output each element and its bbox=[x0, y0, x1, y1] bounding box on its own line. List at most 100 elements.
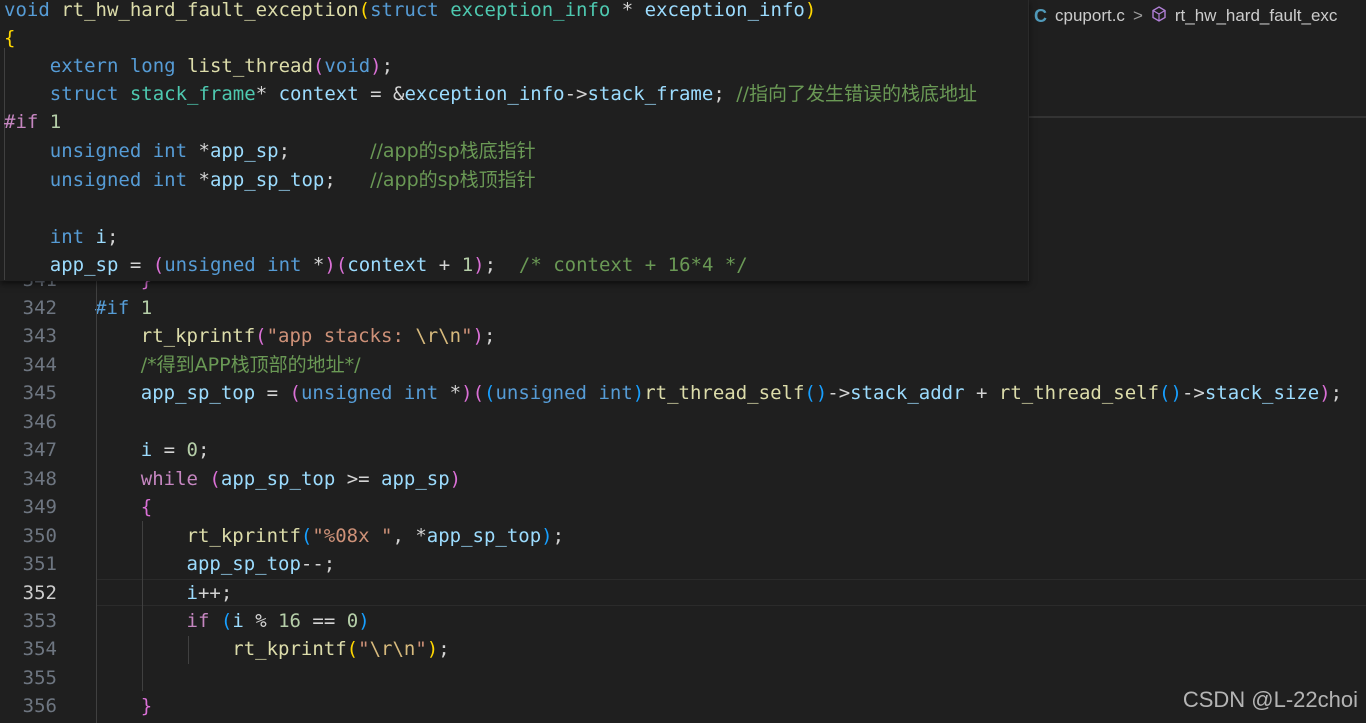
code-token: ; bbox=[438, 638, 450, 661]
code-line[interactable]: /*得到APP栈顶部的地址*/ bbox=[95, 351, 361, 379]
line-number: 347 bbox=[22, 439, 57, 462]
code-token: = & bbox=[358, 83, 405, 105]
code-token: = bbox=[255, 382, 290, 405]
code-token: { bbox=[4, 27, 16, 49]
code-token: context bbox=[347, 254, 428, 276]
code-token: 1 bbox=[140, 297, 153, 319]
sticky-line[interactable]: app_sp = (unsigned int *)(context + 1); … bbox=[4, 251, 748, 279]
code-token: int bbox=[49, 226, 85, 248]
code-token: unsigned bbox=[164, 254, 256, 276]
code-line[interactable]: } bbox=[95, 692, 152, 720]
code-token: " bbox=[358, 638, 370, 661]
code-token: void bbox=[4, 0, 50, 21]
code-editor[interactable]: 341 } 342#if 1343 rt_kprintf("app stacks… bbox=[0, 281, 1366, 723]
sticky-line[interactable]: extern long list_thread(void); bbox=[4, 52, 393, 80]
code-token: unsigned bbox=[300, 382, 393, 405]
code-token: ) bbox=[370, 55, 382, 77]
code-token: ( bbox=[484, 382, 496, 405]
code-token: /*得到APP栈顶部的地址*/ bbox=[140, 353, 361, 376]
code-token: void bbox=[324, 55, 371, 77]
code-token: ; bbox=[198, 439, 210, 462]
code-token: ++; bbox=[197, 581, 233, 604]
code-token: app_sp_top bbox=[186, 553, 301, 576]
code-token: rt_kprintf bbox=[186, 524, 301, 547]
editor-background bbox=[1028, 32, 1366, 118]
code-token: while bbox=[140, 467, 198, 490]
line-number: 349 bbox=[22, 496, 57, 519]
code-token: #if bbox=[95, 297, 130, 319]
breadcrumb-file[interactable]: cpuport.c bbox=[1055, 6, 1125, 26]
sticky-line[interactable]: unsigned int *app_sp_top; //app的sp栈顶指针 bbox=[4, 166, 536, 194]
code-line[interactable]: app_sp_top = (unsigned int *)((unsigned … bbox=[95, 379, 1342, 407]
indent-guide bbox=[188, 636, 189, 664]
code-token: rt_kprintf bbox=[140, 325, 256, 348]
sticky-line[interactable]: struct stack_frame* context = &exception… bbox=[4, 80, 977, 108]
line-number: 350 bbox=[22, 524, 57, 547]
sticky-line[interactable]: #if 1 bbox=[4, 108, 61, 136]
sticky-line[interactable]: { bbox=[4, 24, 15, 52]
code-token: rt_thread_self bbox=[998, 382, 1160, 405]
code-line[interactable]: { bbox=[95, 493, 152, 521]
code-line[interactable]: rt_kprintf("%08x ", *app_sp_top); bbox=[95, 522, 565, 550]
code-line[interactable]: if (i % 16 == 0) bbox=[95, 607, 370, 635]
code-token: * bbox=[187, 140, 210, 162]
code-token: int bbox=[152, 169, 188, 191]
code-token: stack_frame bbox=[587, 83, 714, 105]
code-token: ; bbox=[324, 169, 371, 191]
code-token: ; bbox=[552, 524, 565, 547]
code-token: int bbox=[267, 254, 302, 276]
code-token: ( bbox=[209, 467, 221, 490]
sticky-line[interactable]: unsigned int *app_sp; //app的sp栈底指针 bbox=[4, 137, 536, 165]
code-line[interactable]: app_sp_top--; bbox=[95, 550, 336, 578]
code-line[interactable]: rt_kprintf("app stacks: \r\n"); bbox=[95, 322, 496, 350]
code-token: struct bbox=[370, 0, 439, 21]
code-token: int bbox=[403, 382, 439, 405]
code-token: unsigned bbox=[49, 140, 142, 162]
code-line[interactable]: while (app_sp_top >= app_sp) bbox=[95, 465, 461, 493]
sticky-scroll-header[interactable]: void rt_hw_hard_fault_exception ( struct e… bbox=[0, 0, 1029, 281]
code-token: { bbox=[140, 496, 153, 519]
code-token: * bbox=[438, 382, 462, 405]
code-token: extern bbox=[49, 55, 119, 77]
code-line[interactable]: #if 1 bbox=[95, 294, 152, 322]
code-token: i bbox=[186, 581, 198, 604]
code-token: ) bbox=[472, 325, 484, 348]
code-line[interactable]: rt_kprintf("\r\n"); bbox=[95, 635, 450, 663]
line-number: 355 bbox=[22, 666, 57, 689]
code-token: " bbox=[461, 325, 473, 348]
breadcrumb-symbol[interactable]: rt_hw_hard_fault_exc bbox=[1175, 6, 1338, 26]
code-line[interactable]: i = 0; bbox=[95, 436, 210, 464]
code-token: = bbox=[152, 439, 187, 462]
code-token: ; bbox=[484, 325, 496, 348]
code-token: struct bbox=[49, 83, 119, 105]
code-token: \r\n bbox=[415, 325, 462, 348]
code-token: * bbox=[187, 169, 210, 191]
code-token: () bbox=[804, 382, 828, 405]
code-line[interactable]: i++; bbox=[95, 579, 233, 607]
code-token: unsigned bbox=[49, 169, 142, 191]
sticky-line[interactable]: int i; bbox=[4, 223, 119, 251]
code-token: exception_info bbox=[450, 0, 611, 21]
code-token: ( bbox=[312, 55, 325, 77]
code-token: //app的sp栈顶指针 bbox=[370, 169, 536, 191]
code-line[interactable]: } bbox=[95, 281, 152, 294]
code-token: rt_hw_hard_fault_exception bbox=[61, 0, 359, 21]
sticky-line[interactable]: void rt_hw_hard_fault_exception(struct e… bbox=[4, 0, 816, 24]
code-token: \r\n bbox=[369, 638, 416, 661]
code-token: ) bbox=[358, 609, 370, 632]
